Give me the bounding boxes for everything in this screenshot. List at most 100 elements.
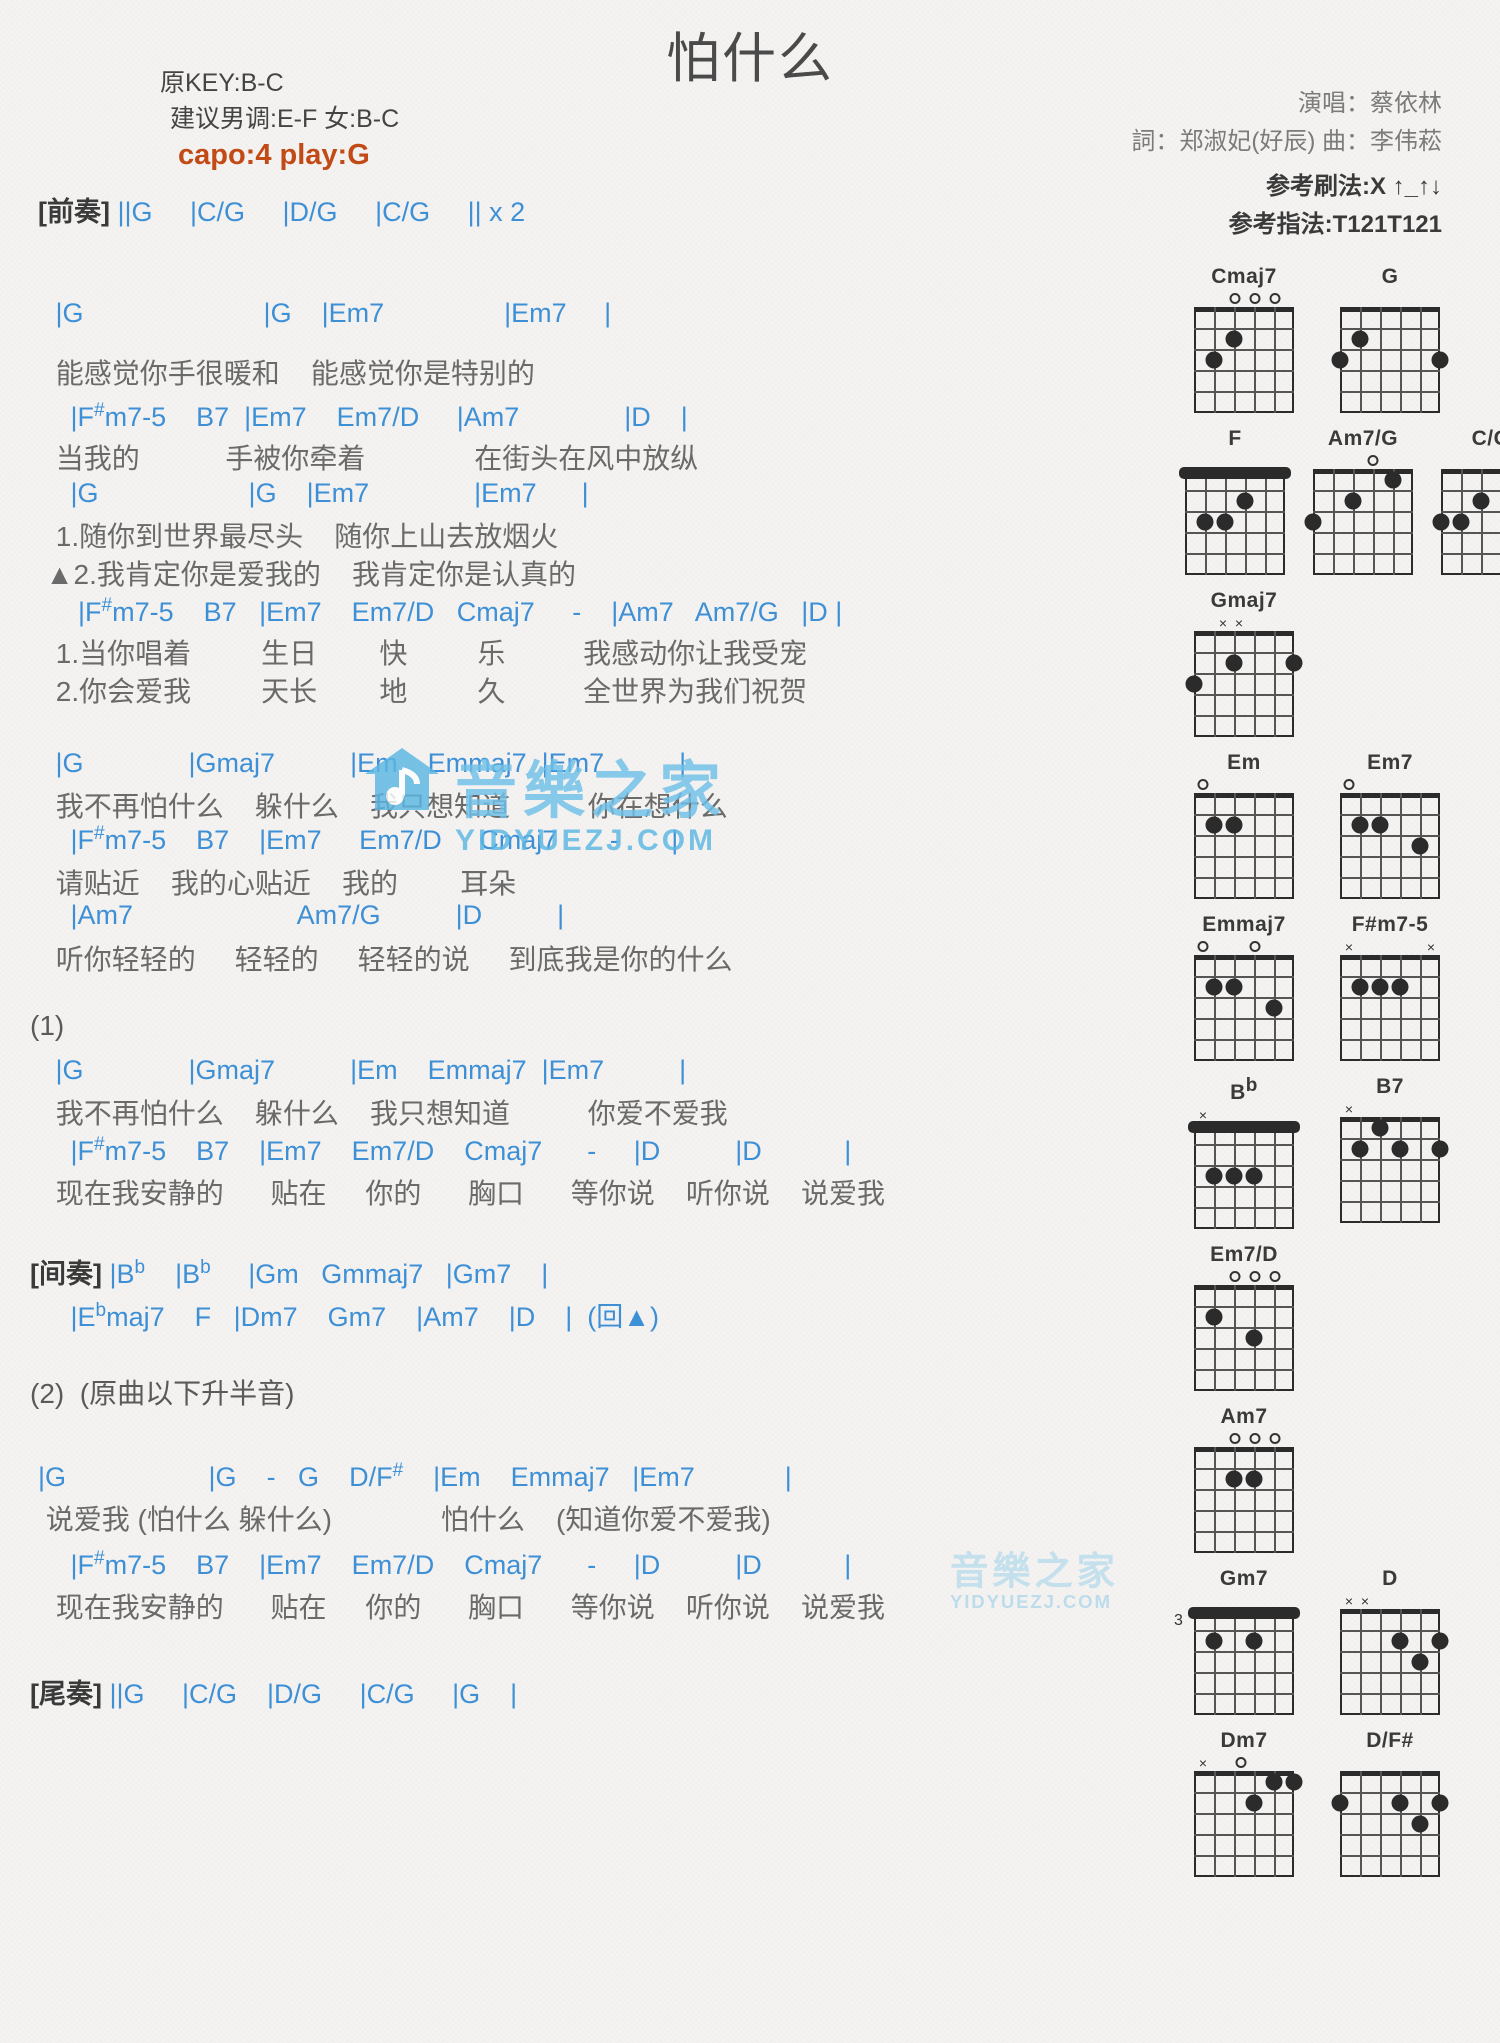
chord-diagram-name: D/F#: [1366, 1729, 1414, 1752]
fretboard-grid: [1340, 1609, 1449, 1715]
chord-sheet: 怕什么 原KEY:B-C 建议男调:E-F 女:B-C capo:4 play:…: [0, 0, 1500, 2043]
muted-string-marker: ×: [1198, 1107, 1208, 1123]
fret-line: [1194, 370, 1294, 372]
finger-dot: [1411, 1815, 1429, 1832]
muted-string-marker: ×: [1344, 1593, 1354, 1609]
fret-line: [1340, 349, 1440, 351]
string-line: [1353, 469, 1355, 575]
finger-dot: [1205, 1308, 1223, 1325]
string-line: [1373, 469, 1375, 575]
lyric-line: 现在我安静的 贴在 你的 胸口 等你说 听你说 说爱我: [48, 1178, 885, 1209]
lyric-line: 我不再怕什么 躲什么 我只想知道 你在想什么: [48, 791, 728, 822]
string-line: [1254, 1447, 1256, 1553]
fret-line: [1340, 856, 1440, 858]
fret-line: [1340, 1138, 1440, 1140]
fret-line: [1194, 1792, 1294, 1794]
open-string-marker: [1249, 1271, 1261, 1282]
finger-dot: [1331, 351, 1349, 368]
chord-diagram-row: Dm7 × D/F#: [1185, 1729, 1485, 1877]
string-line: [1380, 955, 1382, 1061]
chord-diagram-G: G: [1331, 265, 1449, 413]
open-string-marker: [1229, 1271, 1241, 1282]
chord-diagram-name: Em7: [1367, 751, 1413, 774]
lyric-line: 现在我安静的 贴在 你的 胸口 等你说 听你说 说爱我: [48, 1592, 885, 1623]
fret-line: [1194, 1489, 1294, 1491]
finger-dot: [1351, 816, 1369, 833]
chord-diagram-name: F#m7-5: [1351, 913, 1429, 936]
fret-line: [1194, 1834, 1294, 1836]
string-line: [1333, 469, 1335, 575]
chord-diagram-D-F-: D/F#: [1331, 1729, 1449, 1877]
fretboard-box: [1194, 1285, 1294, 1391]
string-line: [1400, 955, 1402, 1061]
finger-dot: [1265, 999, 1283, 1016]
finger-dot: [1225, 654, 1243, 671]
fretboard-grid: [1194, 793, 1294, 899]
open-mute-markers: [1331, 1755, 1449, 1771]
string-line: [1214, 1447, 1216, 1553]
chord-line: |F#m7-5 B7 |Em7 Em7/D Cmaj7 - |D |D |: [48, 1134, 852, 1166]
fretboard-grid: [1304, 469, 1413, 575]
chord-line: |F#m7-5 B7 |Em7 Em7/D |Am7 |D |: [48, 400, 688, 432]
fret-line: [1194, 814, 1294, 816]
open-mute-markers: × ×: [1185, 615, 1303, 631]
string-line: [1274, 307, 1276, 413]
fret-line: [1340, 1792, 1440, 1794]
chord-diagram-row: Bb × B7 ×: [1185, 1075, 1485, 1229]
fret-line: [1194, 1468, 1294, 1470]
open-string-marker: [1249, 293, 1261, 304]
fret-line: [1185, 490, 1285, 492]
chord-diagram-name: C/G: [1471, 427, 1500, 450]
chord-diagram-row: Emmaj7 F#m7-5 × ×: [1185, 913, 1485, 1061]
lyric-line: 1.当你唱着 生日 快 乐 我感动你让我受宠: [48, 638, 808, 669]
string-line: [1420, 307, 1422, 413]
strum-pattern: 参考刷法:X ↑_↑↓: [1265, 173, 1442, 200]
fret-line: [1194, 673, 1294, 675]
open-mute-markers: [1185, 1431, 1303, 1447]
chord-diagram-name: B7: [1376, 1075, 1404, 1098]
chord-diagram-Emmaj7: Emmaj7: [1185, 913, 1303, 1061]
fret-line: [1340, 835, 1440, 837]
fret-line: [1194, 694, 1294, 696]
chord-line: |G |G |Em7 |Em7 |: [48, 478, 589, 508]
chord-diagram-name: Am7: [1220, 1405, 1268, 1428]
finger-dot: [1245, 1470, 1263, 1487]
chord-diagram-Am7-G: Am7/G: [1304, 427, 1413, 575]
open-string-marker: [1197, 941, 1209, 952]
fret-line: [1194, 349, 1294, 351]
fret-line: [1340, 877, 1440, 879]
fret-line: [1340, 1672, 1440, 1674]
chord-diagram-D: D × ×: [1331, 1567, 1449, 1715]
chord-diagram-C-G: C/G: [1432, 427, 1500, 575]
finger-dot: [1304, 513, 1322, 530]
fret-line: [1313, 511, 1413, 513]
chord-diagram-name: Bb: [1230, 1075, 1258, 1104]
fretboard-grid: [1331, 1771, 1449, 1877]
lyric-line: 2.你会爱我 天长 地 久 全世界为我们祝贺: [48, 676, 808, 707]
fret-line: [1194, 1039, 1294, 1041]
string-line: [1254, 307, 1256, 413]
section-chord-line: [间奏] |Bb |Bb |Gm Gmmaj7 |Gm7 |: [30, 1257, 549, 1289]
fret-line: [1313, 490, 1413, 492]
fret-line: [1340, 1693, 1440, 1695]
section-chord-line: [前奏] ||G |C/G |D/G |C/G || x 2: [38, 197, 526, 227]
barre-bar: [1188, 1121, 1300, 1133]
fret-line: [1441, 511, 1500, 513]
string-line: [1254, 793, 1256, 899]
string-line: [1254, 1609, 1256, 1715]
watermark-url-2: YIDYUEZJ.COM: [950, 1592, 1112, 1613]
string-line: [1234, 793, 1236, 899]
chord-diagram-Em7: Em7: [1331, 751, 1449, 899]
fretboard-grid: [1331, 307, 1449, 413]
lyric-line: 请贴近 我的心贴近 我的 耳朵: [48, 868, 517, 899]
fretboard-box: [1340, 307, 1440, 413]
suggested-key: 建议男调:E-F 女:B-C: [170, 105, 400, 133]
chord-diagram-name: Gmaj7: [1210, 589, 1278, 612]
fretboard-grid: [1194, 1771, 1303, 1877]
finger-dot: [1351, 330, 1369, 347]
string-line: [1380, 1609, 1382, 1715]
open-mute-markers: [1441, 453, 1500, 469]
finger-dot: [1225, 1470, 1243, 1487]
section-label: (2) (原曲以下升半音): [30, 1378, 295, 1409]
finger-dot: [1205, 351, 1223, 368]
